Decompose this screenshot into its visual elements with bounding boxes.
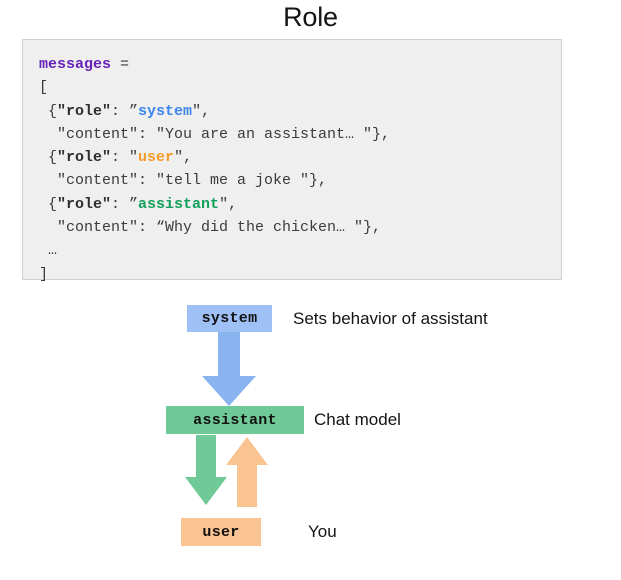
code-token: ", [192, 102, 211, 120]
code-token: "content": "You are an assistant… "}, [39, 125, 391, 143]
code-token: { [39, 149, 58, 167]
code-line: {"role": ”system", [39, 100, 561, 123]
diagram-node-system[interactable]: system [187, 305, 272, 332]
arrow-user-to-assistant-icon [226, 437, 268, 507]
role-flow-diagram: system Sets behavior of assistant assist… [0, 280, 621, 580]
code-token: … [39, 242, 58, 260]
code-token: : ” [111, 195, 139, 213]
code-token: ", [174, 149, 193, 167]
code-line: "content": “Why did the chicken… "}, [39, 216, 561, 239]
code-token: "content": “Why did the chicken… "}, [39, 219, 382, 237]
code-token: "role" [57, 149, 112, 167]
diagram-label-user: You [308, 522, 337, 541]
code-line: {"role": "user", [39, 146, 561, 169]
code-token: = [111, 56, 130, 73]
code-token: "role" [57, 102, 112, 120]
code-line: "content": "tell me a joke "}, [39, 169, 561, 192]
code-token: : ” [111, 102, 139, 120]
diagram-label-assistant: Chat model [314, 410, 401, 429]
code-line: … [39, 239, 561, 262]
code-token: ", [219, 195, 238, 213]
code-token: assistant [138, 195, 220, 213]
code-token: : " [111, 149, 139, 167]
code-token: { [39, 102, 58, 120]
page-title: Role [283, 2, 338, 32]
arrow-system-to-assistant-icon [202, 332, 256, 406]
code-token: system [138, 102, 193, 120]
code-line: {"role": ”assistant", [39, 193, 561, 216]
code-line: messages = [39, 53, 561, 76]
code-line: [ [39, 76, 561, 99]
code-token: [ [39, 79, 49, 97]
code-token: messages [39, 56, 112, 73]
code-token: { [39, 195, 58, 213]
code-token: user [138, 149, 175, 167]
code-token: "role" [57, 195, 112, 213]
diagram-node-user[interactable]: user [181, 518, 261, 546]
diagram-node-assistant[interactable]: assistant [166, 406, 304, 434]
arrow-assistant-to-user-icon [185, 435, 227, 505]
code-block: messages =[ {"role": ”system", "content"… [22, 39, 562, 283]
diagram-label-system: Sets behavior of assistant [293, 309, 488, 328]
code-listing: messages =[ {"role": ”system", "content"… [23, 40, 561, 286]
code-line: "content": "You are an assistant… "}, [39, 123, 561, 146]
code-token: "content": "tell me a joke "}, [39, 172, 328, 190]
